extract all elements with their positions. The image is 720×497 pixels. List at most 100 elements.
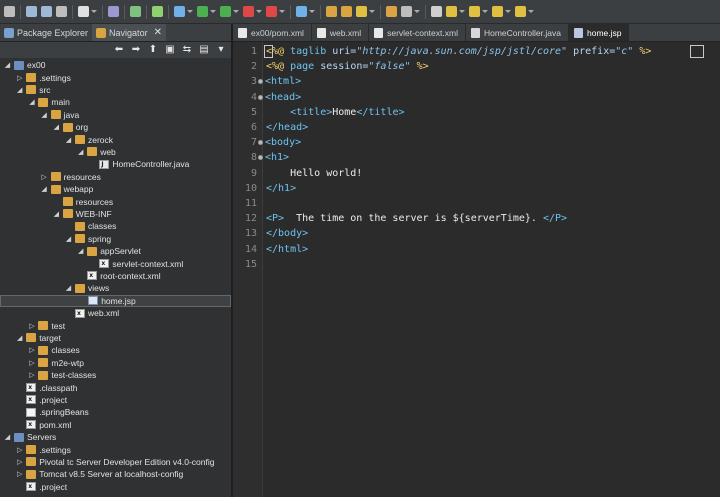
collapsed-twisty-icon[interactable]: ▷ — [28, 372, 35, 379]
spring-icon[interactable] — [152, 6, 163, 17]
code-line[interactable]: 6 </head> — [233, 120, 720, 135]
tree-item[interactable]: resources — [0, 195, 231, 207]
tree-item[interactable]: ◢ zerock — [0, 133, 231, 145]
tree-item[interactable]: ◢ webapp — [0, 183, 231, 195]
expanded-twisty-icon[interactable]: ◢ — [4, 434, 11, 441]
expanded-twisty-icon[interactable]: ◢ — [65, 136, 72, 144]
expanded-twisty-icon[interactable]: ◢ — [77, 248, 84, 255]
tree-item[interactable]: ◢ appServlet — [0, 245, 231, 257]
expanded-twisty-icon[interactable]: ◢ — [41, 186, 48, 193]
editor-tab[interactable]: home.jsp — [568, 24, 630, 41]
tree-item[interactable]: ▷ .settings — [0, 71, 231, 83]
tree-item[interactable]: ◢ spring — [0, 233, 231, 245]
collapsed-twisty-icon[interactable]: ▷ — [28, 359, 35, 367]
tree-item[interactable]: ▷ test — [0, 319, 231, 331]
code-line[interactable]: 15 — [233, 257, 720, 272]
code-line[interactable]: 4 <head> — [233, 90, 720, 105]
dropdown-arrow-icon[interactable] — [414, 10, 420, 13]
tree-item[interactable]: ▷ classes — [0, 344, 231, 356]
dropdown-arrow-icon[interactable] — [309, 10, 315, 13]
tree-item[interactable]: ◢ src — [0, 84, 231, 96]
dropdown-arrow-icon[interactable] — [91, 10, 97, 13]
tree-item[interactable]: x servlet-context.xml — [0, 257, 231, 269]
tree-item[interactable]: home.jsp — [0, 294, 231, 307]
tree-item[interactable]: x pom.xml — [0, 419, 231, 431]
new-icon[interactable] — [4, 6, 15, 17]
tree-item[interactable]: ◢ main — [0, 96, 231, 108]
open-type-icon[interactable] — [341, 6, 352, 17]
tree-item[interactable]: ▷ resources — [0, 171, 231, 183]
collapsed-twisty-icon[interactable]: ▷ — [28, 347, 35, 354]
print-icon[interactable] — [56, 6, 67, 17]
editor-tab[interactable]: ex00/pom.xml — [233, 24, 312, 41]
close-icon[interactable]: ✕ — [154, 27, 162, 38]
tree-item[interactable]: classes — [0, 220, 231, 232]
tree-item[interactable]: x root-context.xml — [0, 270, 231, 282]
tree-item[interactable]: x .project — [0, 394, 231, 406]
view-menu-icon[interactable]: ▤ — [198, 45, 210, 55]
tree-item[interactable]: .springBeans — [0, 406, 231, 418]
code-line[interactable]: 13 </body> — [233, 226, 720, 241]
expanded-twisty-icon[interactable]: ◢ — [65, 235, 72, 243]
dropdown-arrow-icon[interactable] — [459, 10, 465, 13]
dropdown-arrow-icon[interactable] — [279, 10, 285, 13]
dropdown-arrow-icon[interactable] — [505, 10, 511, 13]
dropdown-arrow-icon[interactable] — [187, 10, 193, 13]
expanded-twisty-icon[interactable]: ◢ — [4, 62, 11, 69]
collapsed-twisty-icon[interactable]: ▷ — [16, 458, 23, 466]
tree-item[interactable]: ◢ web — [0, 146, 231, 158]
code-editor[interactable]: 1 <%@ taglib uri="http://java.sun.com/jsp… — [233, 42, 720, 497]
code-line[interactable]: 8 <h1> — [233, 150, 720, 165]
code-line[interactable]: 9 Hello world! — [233, 166, 720, 181]
collapsed-twisty-icon[interactable]: ▷ — [16, 471, 23, 478]
dropdown-arrow-icon[interactable] — [369, 10, 375, 13]
forward-arrow-icon[interactable]: ➡ — [130, 45, 142, 55]
forward-icon[interactable] — [515, 6, 526, 17]
collapse-all-icon[interactable]: ▣ — [164, 45, 176, 55]
expanded-twisty-icon[interactable]: ◢ — [16, 334, 23, 342]
save-icon[interactable] — [26, 6, 37, 17]
code-line[interactable]: 2 <%@ page session="false" %> — [233, 59, 720, 74]
code-line[interactable]: 11 — [233, 196, 720, 211]
editor-tab[interactable]: HomeController.java — [466, 24, 569, 41]
pin-icon[interactable] — [431, 6, 442, 17]
external-tools-icon[interactable] — [296, 6, 307, 17]
code-line[interactable]: 7 <body> — [233, 135, 720, 150]
tree-item[interactable]: ◢ ex00 — [0, 59, 231, 71]
save-all-icon[interactable] — [41, 6, 52, 17]
tree-item[interactable]: ▷ test-classes — [0, 369, 231, 381]
debug-icon[interactable] — [174, 6, 185, 17]
coverage-icon[interactable] — [220, 6, 231, 17]
editor-tab[interactable]: web.xml — [312, 24, 370, 41]
expanded-twisty-icon[interactable]: ◢ — [53, 210, 60, 218]
new-folder-icon[interactable] — [326, 6, 337, 17]
dropdown-arrow-icon[interactable] — [482, 10, 488, 13]
tree-item[interactable]: x .project — [0, 481, 231, 493]
link-with-editor-icon[interactable]: ⇆ — [181, 45, 193, 55]
tree-item[interactable]: ◢ Servers — [0, 431, 231, 443]
dropdown-arrow-icon[interactable] — [256, 10, 262, 13]
code-line[interactable]: 3 <html> — [233, 74, 720, 89]
tab-package-explorer[interactable]: Package Explorer — [0, 24, 92, 41]
expanded-twisty-icon[interactable]: ◢ — [28, 99, 35, 106]
expanded-twisty-icon[interactable]: ◢ — [65, 285, 72, 292]
open-task-icon[interactable] — [386, 6, 397, 17]
code-line[interactable]: 5 <title>Home</title> — [233, 105, 720, 120]
stop-icon[interactable] — [243, 6, 254, 17]
chevron-down-icon[interactable]: ▾ — [215, 45, 227, 55]
avatar-icon[interactable] — [78, 6, 89, 17]
collapsed-twisty-icon[interactable]: ▷ — [16, 446, 23, 454]
collapsed-twisty-icon[interactable]: ▷ — [28, 322, 35, 330]
tree-item[interactable]: ▷ .settings — [0, 443, 231, 455]
tree-item[interactable]: x web.xml — [0, 307, 231, 319]
code-line[interactable]: 10 </h1> — [233, 181, 720, 196]
collapsed-twisty-icon[interactable]: ▷ — [41, 173, 48, 181]
tree-item[interactable]: x .classpath — [0, 381, 231, 393]
tree-item[interactable]: J HomeController.java — [0, 158, 231, 170]
prev-annotation-icon[interactable] — [469, 6, 480, 17]
search-icon[interactable] — [356, 6, 367, 17]
expanded-twisty-icon[interactable]: ◢ — [77, 148, 84, 156]
up-arrow-icon[interactable]: ⬆ — [147, 45, 159, 55]
tree-item[interactable]: ▷ Tomcat v8.5 Server at localhost-config — [0, 468, 231, 480]
collapsed-twisty-icon[interactable]: ▷ — [16, 74, 23, 82]
